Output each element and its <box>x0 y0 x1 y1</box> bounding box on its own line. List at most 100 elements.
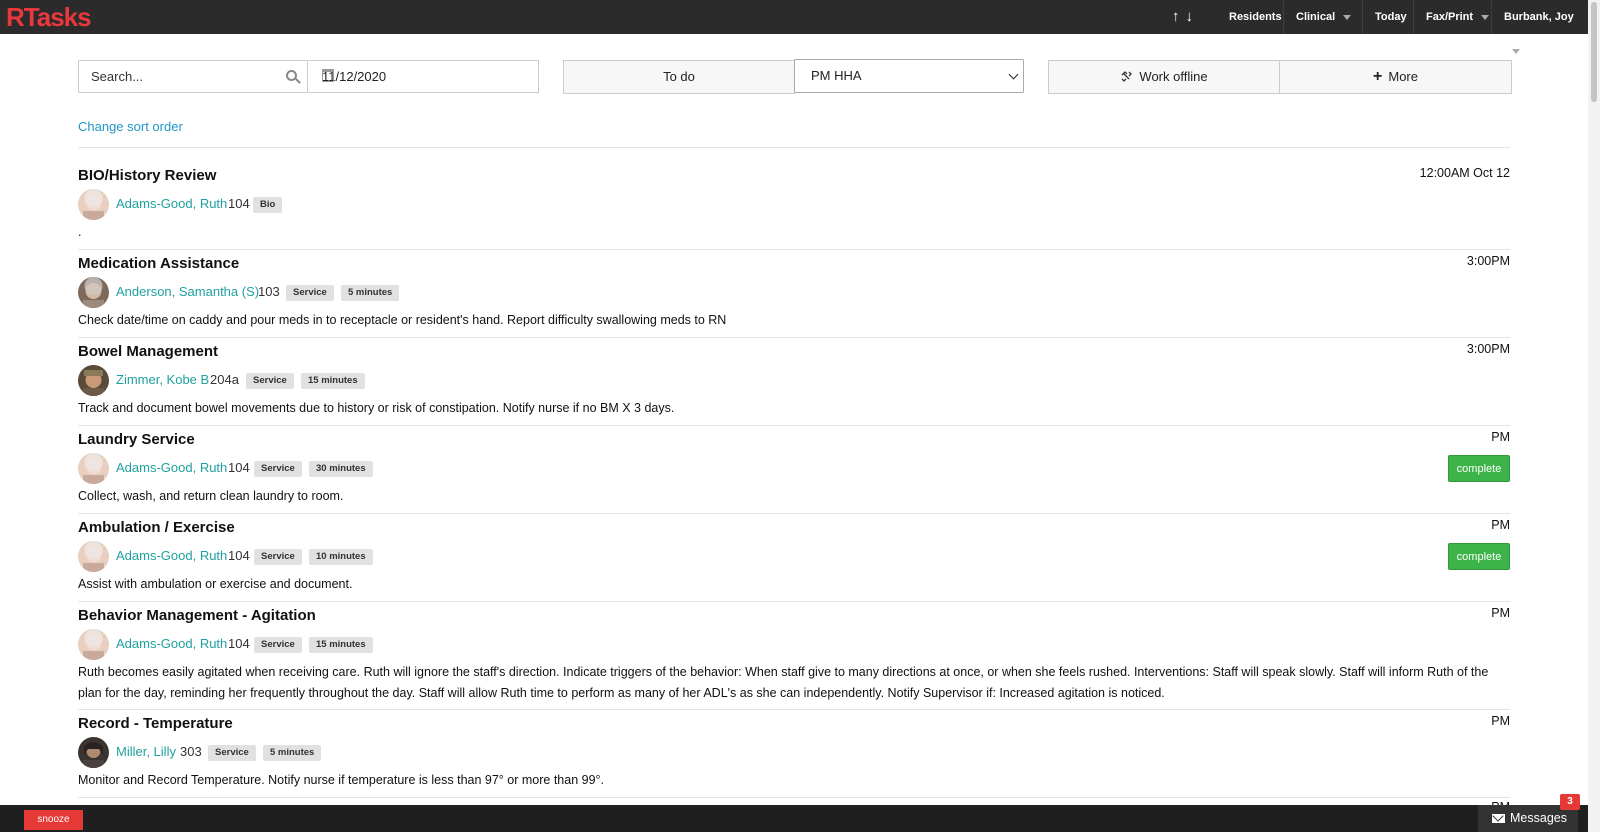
nav-residents-label: Residents <box>1229 11 1282 23</box>
avatar[interactable] <box>78 277 109 308</box>
task-description: . <box>78 225 82 239</box>
complete-status-button[interactable]: complete <box>1448 455 1510 482</box>
plus-icon: + <box>1373 68 1383 85</box>
divider <box>78 425 1510 426</box>
resident-name-link[interactable]: Zimmer, Kobe B <box>116 372 209 387</box>
calendar-icon[interactable] <box>322 69 334 82</box>
todo-label: To do <box>663 69 695 84</box>
work-offline-button[interactable]: Work offline <box>1048 60 1280 94</box>
avatar[interactable] <box>78 737 109 768</box>
avatar[interactable] <box>78 189 109 220</box>
duration-badge: 30 minutes <box>309 461 373 477</box>
date-picker[interactable]: 11/12/2020 <box>308 60 539 93</box>
avatar[interactable] <box>78 541 109 572</box>
resident-name-link[interactable]: Anderson, Samantha (S) <box>116 284 259 299</box>
task-type-badge: Bio <box>253 197 283 213</box>
duration-badge: 15 minutes <box>301 373 365 389</box>
task-title[interactable]: Bowel Management <box>78 343 218 360</box>
task-type-badge: Service <box>254 549 302 565</box>
task-time: PM <box>1491 518 1510 532</box>
duration-badge: 10 minutes <box>309 549 373 565</box>
avatar[interactable] <box>78 453 109 484</box>
more-label: More <box>1388 69 1418 84</box>
room-number: 204a <box>210 372 239 387</box>
nav-fax-print[interactable]: Fax/Print <box>1413 0 1501 34</box>
task-title[interactable]: Behavior Management - Agitation <box>78 607 316 624</box>
messages-label: Messages <box>1510 811 1567 825</box>
resident-name-link[interactable]: Adams-Good, Ruth <box>116 460 227 475</box>
offline-link-icon <box>1121 71 1133 82</box>
divider <box>78 513 1510 514</box>
avatar[interactable] <box>78 365 109 396</box>
divider <box>78 601 1510 602</box>
chevron-down-icon <box>1343 14 1352 20</box>
search-icon[interactable] <box>286 70 297 81</box>
divider <box>78 337 1510 338</box>
resident-name-link[interactable]: Adams-Good, Ruth <box>116 636 227 651</box>
change-sort-order-link[interactable]: Change sort order <box>78 119 183 134</box>
divider <box>78 709 1510 710</box>
task-type-badge: Service <box>254 461 302 477</box>
complete-status-button[interactable]: complete <box>1448 543 1510 570</box>
task-time: PM <box>1491 430 1510 444</box>
user-name: Burbank, Joy <box>1504 11 1574 23</box>
nav-clinical-label: Clinical <box>1296 11 1336 23</box>
search-box <box>78 60 308 93</box>
nav-fax-print-label: Fax/Print <box>1426 11 1474 23</box>
avatar[interactable] <box>78 629 109 660</box>
task-time: 3:00PM <box>1466 342 1510 356</box>
message-count-badge: 3 <box>1560 794 1580 810</box>
room-number: 104 <box>228 548 250 563</box>
duration-badge: 15 minutes <box>309 637 373 653</box>
task-description: Check date/time on caddy and pour meds i… <box>78 313 727 327</box>
duration-badge: 5 minutes <box>263 745 322 761</box>
task-title[interactable]: Laundry Service <box>78 431 195 448</box>
room-number: 303 <box>180 744 202 759</box>
resident-name-link[interactable]: Miller, Lilly <box>116 744 176 759</box>
more-button[interactable]: + More <box>1279 60 1512 94</box>
nav-clinical[interactable]: Clinical <box>1283 0 1363 34</box>
chevron-down-icon <box>1512 48 1520 54</box>
todo-button[interactable]: To do <box>563 60 795 94</box>
task-description: Assist with ambulation or exercise and d… <box>78 577 353 591</box>
shift-selected-value: PM HHA <box>811 68 862 83</box>
chevron-down-icon <box>1481 14 1490 20</box>
page-scrollbar[interactable] <box>1588 0 1600 832</box>
search-input[interactable] <box>79 61 269 92</box>
nav-today-label: Today <box>1375 11 1407 23</box>
resident-name-link[interactable]: Adams-Good, Ruth <box>116 548 227 563</box>
task-title[interactable]: Ambulation / Exercise <box>78 519 235 536</box>
divider <box>78 147 1510 148</box>
snooze-button[interactable]: snooze <box>24 810 83 830</box>
chevron-down-icon <box>1008 69 1019 80</box>
task-time: 3:00PM <box>1466 254 1510 268</box>
app-logo[interactable]: RTasks <box>6 2 92 33</box>
room-number: 104 <box>228 196 250 211</box>
task-type-badge: Service <box>254 637 302 653</box>
nav-today[interactable]: Today <box>1362 0 1419 34</box>
task-title[interactable]: Record - Temperature <box>78 715 233 732</box>
divider <box>78 249 1510 250</box>
scrollbar-thumb[interactable] <box>1591 2 1597 102</box>
task-type-badge: Service <box>208 745 256 761</box>
task-title[interactable]: Medication Assistance <box>78 255 239 272</box>
room-number: 104 <box>228 460 250 475</box>
top-nav: RTasks ↑↓ Residents Clinical Today Fax/P… <box>0 0 1588 54</box>
bottom-bar: snooze Messages <box>0 805 1588 832</box>
task-description: Ruth becomes easily agitated when receiv… <box>78 665 1489 700</box>
duration-badge: 5 minutes <box>341 285 400 301</box>
task-description: Collect, wash, and return clean laundry … <box>78 489 344 503</box>
envelope-icon <box>1492 814 1505 823</box>
room-number: 103 <box>258 284 280 299</box>
divider <box>78 797 1510 798</box>
task-time: PM <box>1491 714 1510 728</box>
task-type-badge: Service <box>286 285 334 301</box>
work-offline-label: Work offline <box>1139 69 1208 84</box>
nav-user-menu[interactable]: Burbank, Joy <box>1491 0 1588 54</box>
room-number: 104 <box>228 636 250 651</box>
resident-name-link[interactable]: Adams-Good, Ruth <box>116 196 227 211</box>
sort-arrows-icon[interactable]: ↑↓ <box>1172 8 1199 25</box>
shift-select[interactable]: PM HHA <box>794 59 1024 93</box>
task-time: PM <box>1491 606 1510 620</box>
task-title[interactable]: BIO/History Review <box>78 167 216 184</box>
